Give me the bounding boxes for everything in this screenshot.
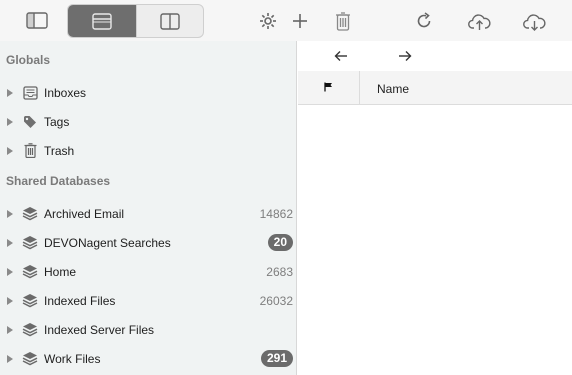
name-column-header[interactable]: Name	[377, 82, 409, 96]
database-stack-icon	[22, 351, 38, 367]
sidebar-item-label: Home	[44, 264, 77, 279]
database-stack-icon	[22, 322, 38, 338]
disclosure-triangle-icon[interactable]	[7, 209, 13, 218]
sidebar-item-label: Tags	[44, 114, 70, 129]
download-icon[interactable]	[522, 10, 546, 32]
sidebar-item-indexed-files[interactable]: Indexed Files 26032	[0, 286, 297, 315]
navigation-bar	[298, 41, 572, 71]
flag-icon	[324, 81, 333, 95]
sidebar-item-archived-email[interactable]: Archived Email 14862	[0, 199, 297, 228]
trash-icon	[22, 143, 38, 159]
sidebar-item-label: Indexed Files	[44, 293, 116, 308]
sidebar-item-trash[interactable]: Trash	[0, 136, 297, 165]
sidebar-toggle-icon[interactable]	[25, 10, 49, 30]
item-count: 2683	[266, 264, 293, 279]
trash-icon[interactable]	[333, 10, 353, 32]
disclosure-triangle-icon[interactable]	[7, 296, 13, 305]
tag-icon	[22, 114, 38, 130]
database-stack-icon	[22, 206, 38, 222]
disclosure-triangle-icon[interactable]	[7, 238, 13, 247]
database-stack-icon	[22, 264, 38, 280]
sidebar-item-label: Inboxes	[44, 85, 87, 100]
upload-icon[interactable]	[467, 10, 491, 32]
flag-column-header[interactable]	[298, 71, 360, 105]
item-count: 26032	[259, 293, 293, 308]
disclosure-triangle-icon[interactable]	[7, 267, 13, 276]
unread-badge: 291	[260, 350, 293, 367]
disclosure-triangle-icon[interactable]	[7, 117, 13, 126]
view-segmented-control	[67, 4, 204, 38]
inbox-icon	[22, 85, 38, 101]
plus-icon[interactable]	[290, 11, 310, 31]
sidebar-item-label: Archived Email	[44, 206, 125, 221]
unread-badge: 20	[267, 234, 293, 251]
arrow-left-icon[interactable]	[330, 45, 352, 67]
sidebar: Globals Inboxes Tags Trash Shared Databa…	[0, 41, 297, 375]
section-title-shared-databases: Shared Databases	[6, 174, 111, 188]
disclosure-triangle-icon[interactable]	[7, 354, 13, 363]
sidebar-item-work-files[interactable]: Work Files 291	[0, 344, 297, 373]
main-pane: Name	[298, 41, 572, 375]
disclosure-triangle-icon[interactable]	[7, 88, 13, 97]
sidebar-item-home[interactable]: Home 2683	[0, 257, 297, 286]
view-list-icon[interactable]	[68, 5, 136, 37]
sidebar-item-label: Trash	[44, 143, 75, 158]
gear-icon[interactable]	[258, 11, 278, 31]
view-split-icon[interactable]	[136, 5, 203, 37]
sidebar-item-label: Work Files	[44, 351, 101, 366]
column-header: Name	[298, 71, 572, 105]
sidebar-item-devonagent-searches[interactable]: DEVONagent Searches 20	[0, 228, 297, 257]
sidebar-item-indexed-server-files[interactable]: Indexed Server Files	[0, 315, 297, 344]
sidebar-item-label: DEVONagent Searches	[44, 235, 171, 250]
database-stack-icon	[22, 235, 38, 251]
database-stack-icon	[22, 293, 38, 309]
refresh-icon[interactable]	[414, 11, 434, 31]
arrow-right-icon[interactable]	[394, 45, 416, 67]
sidebar-item-tags[interactable]: Tags	[0, 107, 297, 136]
section-title-globals: Globals	[6, 53, 51, 67]
sidebar-item-inboxes[interactable]: Inboxes	[0, 78, 297, 107]
sidebar-item-label: Indexed Server Files	[44, 322, 155, 337]
disclosure-triangle-icon[interactable]	[7, 325, 13, 334]
item-count: 14862	[259, 206, 293, 221]
disclosure-triangle-icon[interactable]	[7, 146, 13, 155]
toolbar	[0, 0, 572, 41]
